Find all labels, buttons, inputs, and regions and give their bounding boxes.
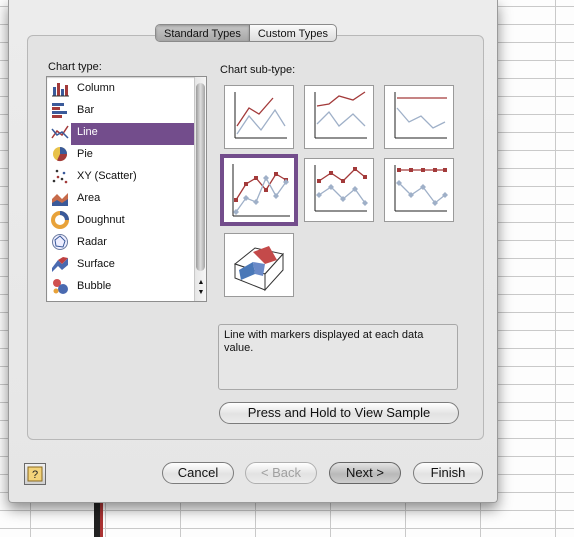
list-item-radar[interactable]: Radar [47, 231, 195, 253]
list-item-area[interactable]: Area [47, 187, 195, 209]
subtype-100-stacked-line-with-markers[interactable] [384, 158, 454, 222]
subtype-line[interactable] [224, 85, 294, 149]
chart-type-list[interactable]: Column Bar Line Pie XY (Scatter) Area Do… [46, 76, 207, 302]
surface-chart-icon [49, 254, 71, 274]
tab-standard-types[interactable]: Standard Types [156, 25, 250, 41]
subtype-3d-line[interactable] [224, 233, 294, 297]
next-button[interactable]: Next > [329, 462, 401, 484]
list-item-surface[interactable]: Surface [47, 253, 195, 275]
scroll-down-arrow-icon[interactable]: ▼ [196, 289, 206, 297]
list-item-bubble[interactable]: Bubble [47, 275, 195, 297]
spreadsheet-edge-accent [100, 500, 103, 537]
radar-chart-icon [49, 232, 71, 252]
list-item-scatter[interactable]: XY (Scatter) [47, 165, 195, 187]
chart-type-label: Chart type: [48, 61, 102, 73]
line-chart-icon [49, 122, 71, 142]
list-item-bar[interactable]: Bar [47, 99, 195, 121]
svg-text:?: ? [32, 469, 38, 481]
list-item-label: Pie [77, 148, 93, 160]
scatter-chart-icon [49, 166, 71, 186]
list-item-doughnut[interactable]: Doughnut [47, 209, 195, 231]
tab-bar: Standard Types Custom Types [155, 24, 337, 42]
tab-custom-types[interactable]: Custom Types [250, 25, 336, 41]
list-item-label: Doughnut [77, 214, 125, 226]
pie-chart-icon [49, 144, 71, 164]
scroll-up-arrow-icon[interactable]: ▲ [196, 279, 206, 287]
area-chart-icon [49, 188, 71, 208]
list-item-line[interactable]: Line [47, 121, 195, 143]
help-icon: ? [27, 466, 43, 482]
list-item-pie[interactable]: Pie [47, 143, 195, 165]
subtype-100-stacked-line[interactable] [384, 85, 454, 149]
doughnut-chart-icon [49, 210, 71, 230]
help-button[interactable]: ? [24, 463, 46, 485]
bar-chart-icon [49, 100, 71, 120]
subtype-stacked-line-with-markers[interactable] [304, 158, 374, 222]
bubble-chart-icon [49, 276, 71, 296]
column-chart-icon [49, 78, 71, 98]
cancel-button[interactable]: Cancel [162, 462, 234, 484]
list-item-label: XY (Scatter) [77, 170, 137, 182]
list-item-label: Surface [77, 258, 115, 270]
back-button[interactable]: < Back [245, 462, 317, 484]
list-item-column[interactable]: Column [47, 77, 195, 99]
subtype-stacked-line[interactable] [304, 85, 374, 149]
list-item-label: Column [77, 82, 115, 94]
list-item-label: Bubble [77, 280, 112, 292]
list-item-label: Line [77, 126, 98, 138]
list-item-label: Area [77, 192, 101, 204]
list-item-label: Radar [77, 236, 107, 248]
scrollbar-thumb[interactable] [196, 83, 205, 271]
subtype-description: Line with markers displayed at each data… [218, 324, 458, 390]
view-sample-button[interactable]: Press and Hold to View Sample [219, 402, 459, 424]
chart-subtype-label: Chart sub-type: [220, 64, 296, 76]
finish-button[interactable]: Finish [413, 462, 483, 484]
subtype-line-with-markers[interactable] [220, 154, 298, 226]
list-scrollbar[interactable]: ▲ ▼ [194, 77, 206, 301]
list-item-label: Bar [77, 104, 95, 116]
